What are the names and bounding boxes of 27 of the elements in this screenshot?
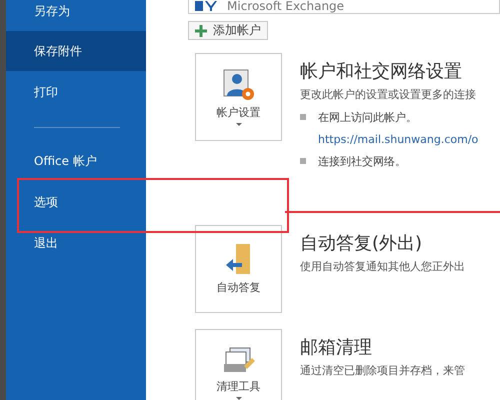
sidebar-item[interactable]: 另存为: [6, 0, 146, 30]
section-title: 自动答复(外出): [300, 232, 424, 255]
tile-button[interactable]: 帐户设置: [195, 53, 282, 141]
caret-icon: [236, 123, 242, 126]
sidebar-item[interactable]: 打印: [6, 72, 146, 112]
bullet-icon: [300, 158, 306, 164]
plus-icon: [195, 24, 207, 36]
sidebar-item[interactable]: 选项: [6, 182, 146, 222]
section-description: 使用自动答复通知其他人您正外出: [300, 259, 465, 274]
sidebar-item[interactable]: 退出: [6, 223, 146, 263]
account-dropdown[interactable]: Microsoft Exchange: [188, 0, 500, 14]
bullet-text: 连接到社交网络。: [318, 154, 406, 169]
sidebar-item[interactable]: 保存附件: [6, 31, 146, 71]
sidebar-item[interactable]: Office 帐户: [6, 141, 146, 181]
tile-button[interactable]: 自动答复: [195, 225, 282, 313]
section-description: 通过清空已删除项目并存档，来管: [300, 363, 465, 378]
bullet-text: 在网上访问此帐户。: [318, 110, 418, 125]
add-account-button[interactable]: 添加帐户: [188, 21, 268, 40]
account-settings-icon: [222, 68, 256, 102]
exchange-icon: [195, 1, 217, 11]
tile-button[interactable]: 清理工具: [195, 329, 282, 400]
section-title: 邮箱清理: [300, 336, 373, 359]
section-description: 更改此帐户的设置或设置更多的连接: [300, 87, 477, 102]
caret-icon: [236, 397, 242, 400]
bullet-icon: [300, 114, 306, 120]
section-title: 帐户和社交网络设置: [300, 60, 463, 83]
account-link[interactable]: https://mail.shunwang.com/o: [318, 133, 478, 146]
